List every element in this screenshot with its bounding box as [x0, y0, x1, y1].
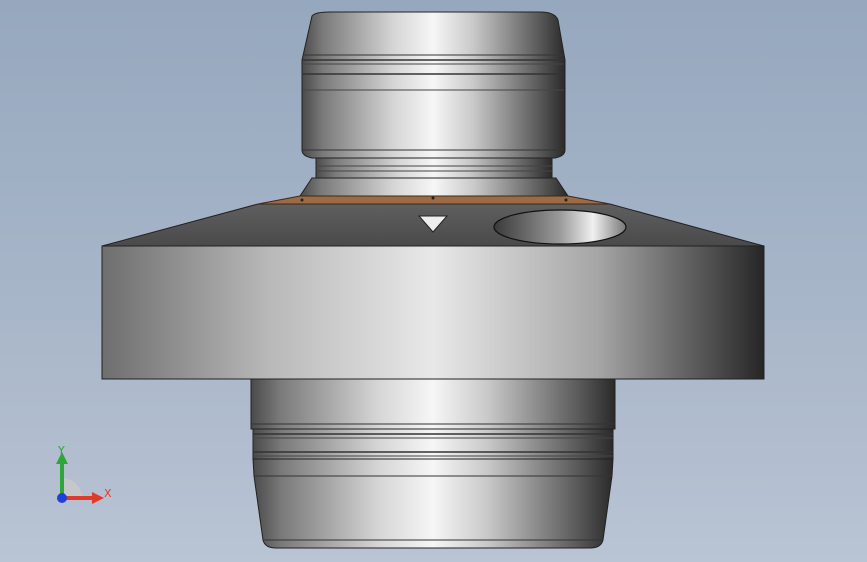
flange-body[interactable] — [101, 245, 765, 380]
coordinate-triad: Y X — [50, 440, 120, 510]
model-view[interactable] — [0, 0, 867, 562]
bore-hole[interactable] — [493, 209, 627, 245]
x-axis-label: X — [104, 487, 112, 500]
z-axis-dot — [57, 493, 67, 503]
flange-top-face[interactable] — [101, 195, 765, 247]
lower-body[interactable] — [250, 378, 616, 549]
graphics-viewport[interactable]: Y X — [0, 0, 867, 562]
neck[interactable] — [299, 157, 569, 197]
upper-stem[interactable] — [301, 11, 566, 159]
y-axis-label: Y — [58, 444, 65, 457]
